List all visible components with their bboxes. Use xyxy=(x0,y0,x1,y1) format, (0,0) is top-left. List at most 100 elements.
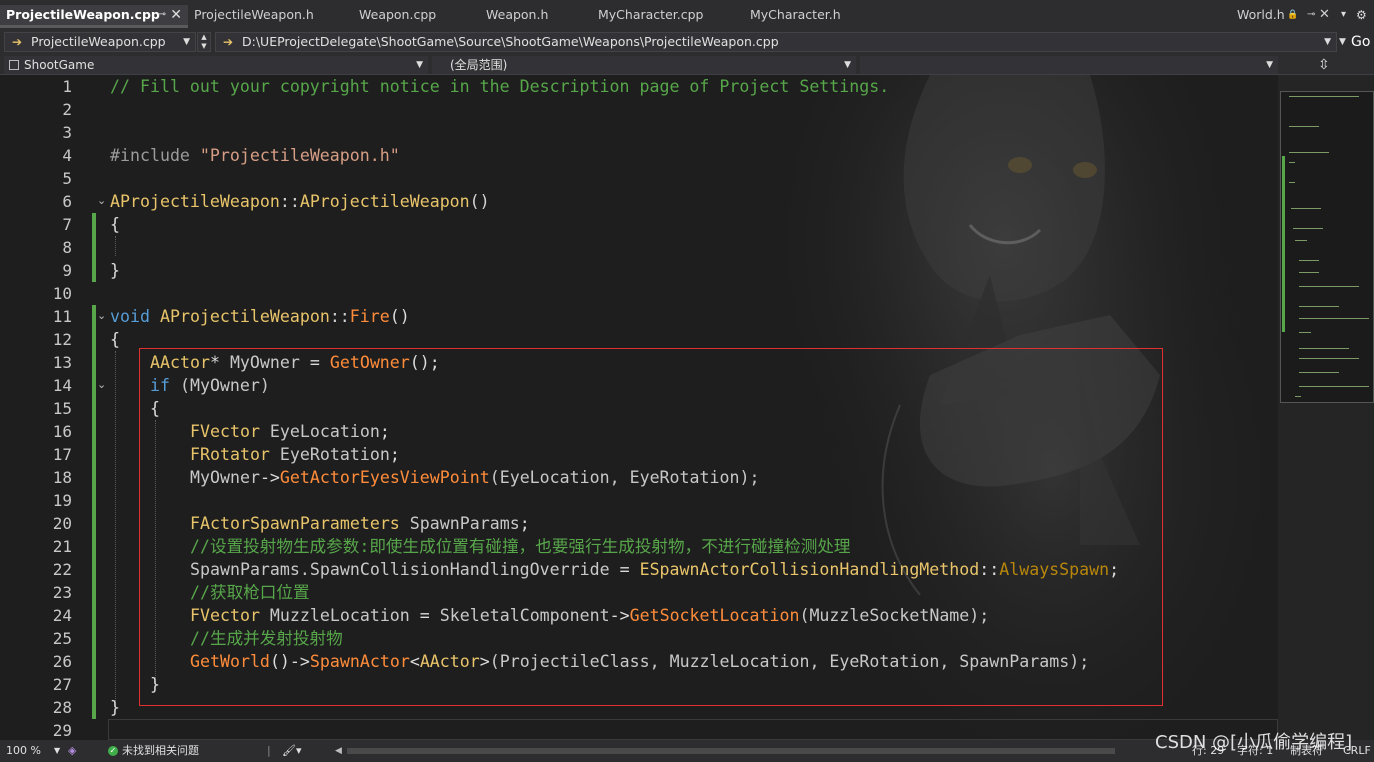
minimap-line xyxy=(1291,208,1321,209)
line-number: 10 xyxy=(52,284,72,303)
line-number: 23 xyxy=(52,583,72,602)
spin-button[interactable]: ▲ ▼ xyxy=(197,32,211,52)
gear-icon[interactable]: ⚙ xyxy=(1356,5,1367,25)
arrow-right-icon: ➔ xyxy=(12,35,23,49)
fold-toggle-icon[interactable]: ⌄ xyxy=(97,379,107,390)
brush-icon[interactable]: 🖌▾ xyxy=(282,740,302,762)
line-number: 14 xyxy=(52,376,72,395)
line-number: 6 xyxy=(62,192,72,211)
tab-label: MyCharacter.h xyxy=(750,7,841,22)
minimap-line xyxy=(1299,348,1349,349)
tab-projectileweapon-h[interactable]: ProjectileWeapon.h xyxy=(188,5,353,25)
member-selector[interactable]: ▼ xyxy=(860,56,1278,74)
minimap-line xyxy=(1295,240,1307,241)
tab-weapon-h[interactable]: Weapon.h xyxy=(480,5,592,25)
path-selector-value: D:\UEProjectDelegate\ShootGame\Source\Sh… xyxy=(242,34,779,49)
line-number: 4 xyxy=(62,146,72,165)
line-number: 13 xyxy=(52,353,72,372)
line-number: 27 xyxy=(52,675,72,694)
pin-icon[interactable]: ⊸ xyxy=(1307,5,1315,25)
minimap-line xyxy=(1299,332,1311,333)
line-number: 9 xyxy=(62,261,72,280)
chevron-down-icon: ▼ xyxy=(1324,37,1331,47)
highlight-annotation-box xyxy=(139,348,1163,706)
minimap-line xyxy=(1299,286,1359,287)
scope-operator: :: xyxy=(329,307,350,326)
chevron-down-icon[interactable]: ▼ xyxy=(54,740,60,762)
line-number: 12 xyxy=(52,330,72,349)
function-name: AProjectileWeapon xyxy=(299,192,470,211)
include-string: "ProjectileWeapon.h" xyxy=(199,146,400,165)
code-editor[interactable]: 1 2 3 4 5 6 7 8 9 10 11 12 13 14 15 16 17 18 19 20 21 22 23 24 2… xyxy=(0,75,1278,740)
code-line-28: } xyxy=(110,696,120,719)
minimap-line xyxy=(1289,152,1329,153)
navigation-bar: ➔ ProjectileWeapon.cpp ▼ ▲ ▼ ➔ D:\UEProje… xyxy=(0,29,1374,55)
line-number: 18 xyxy=(52,468,72,487)
active-tab-indicator xyxy=(0,25,188,28)
tab-world-h[interactable]: World.h 🔒 ⊸ ✕ xyxy=(1231,5,1331,25)
tab-label: MyCharacter.cpp xyxy=(598,7,704,22)
tab-list-dropdown-icon[interactable]: ▾ xyxy=(1341,5,1346,25)
fold-toggle-icon[interactable]: ⌄ xyxy=(97,310,107,321)
split-window-icon[interactable]: ⇳ xyxy=(1318,56,1330,74)
tab-mycharacter-cpp[interactable]: MyCharacter.cpp xyxy=(592,5,744,25)
code-line-12: { xyxy=(110,328,120,351)
tab-weapon-cpp[interactable]: Weapon.cpp xyxy=(353,5,480,25)
tab-projectileweapon-cpp[interactable]: ProjectileWeapon.cpp ⊸ ✕ xyxy=(0,5,188,25)
scroll-left-icon[interactable]: ◀ xyxy=(335,740,342,762)
chevron-down-icon: ▼ xyxy=(1266,60,1273,70)
line-number: 20 xyxy=(52,514,72,533)
brace: { xyxy=(110,215,120,234)
line-number: 29 xyxy=(52,721,72,740)
line-number: 5 xyxy=(62,169,72,188)
scrollbar-thumb[interactable] xyxy=(347,748,1115,754)
minimap-viewport[interactable] xyxy=(1280,91,1374,403)
document-tab-bar: ProjectileWeapon.cpp ⊸ ✕ ProjectileWeapo… xyxy=(0,0,1374,29)
line-number: 22 xyxy=(52,560,72,579)
line-number: 24 xyxy=(52,606,72,625)
minimap-line xyxy=(1299,386,1369,387)
line-number: 7 xyxy=(62,215,72,234)
line-number: 11 xyxy=(52,307,72,326)
project-selector[interactable]: ShootGame ▼ xyxy=(4,56,428,74)
chevron-down-icon: ▼ xyxy=(844,60,851,70)
fold-toggle-icon[interactable]: ⌄ xyxy=(97,195,107,206)
line-number: 25 xyxy=(52,629,72,648)
minimap-line xyxy=(1295,396,1301,397)
tab-label: Weapon.h xyxy=(486,7,549,22)
minimap-scrollbar[interactable] xyxy=(1278,75,1374,740)
change-indicator-bar xyxy=(92,213,96,282)
path-selector[interactable]: ➔ D:\UEProjectDelegate\ShootGame\Source\… xyxy=(215,32,1337,52)
comment: // Fill out your copyright notice in the… xyxy=(110,77,890,96)
parens: () xyxy=(469,192,490,211)
minimap-line xyxy=(1299,260,1319,261)
line-number: 26 xyxy=(52,652,72,671)
class-name: AProjectileWeapon xyxy=(159,307,330,326)
scope-selector[interactable]: (全局范围) ▼ xyxy=(432,56,856,74)
go-button[interactable]: ▼ Go xyxy=(1339,32,1374,52)
file-selector[interactable]: ➔ ProjectileWeapon.cpp ▼ xyxy=(4,32,196,52)
brace: } xyxy=(110,261,120,280)
copilot-icon[interactable]: ◈ xyxy=(68,740,76,762)
function-name: Fire xyxy=(349,307,390,326)
watermark: CSDN @[小瓜偷学编程] xyxy=(1155,732,1353,753)
line-number: 1 xyxy=(62,77,72,96)
tab-mycharacter-h[interactable]: MyCharacter.h xyxy=(744,5,880,25)
line-number: 2 xyxy=(62,100,72,119)
minimap-line xyxy=(1289,126,1319,127)
keyword: void xyxy=(110,307,150,326)
horizontal-scrollbar[interactable]: ◀ xyxy=(335,746,1115,756)
code-line-11: void AProjectileWeapon::Fire() xyxy=(110,305,410,328)
change-indicator-bar xyxy=(92,305,96,719)
parens: () xyxy=(389,307,410,326)
close-icon[interactable]: ✕ xyxy=(1319,5,1330,25)
project-icon xyxy=(9,60,19,70)
pin-icon[interactable]: ⊸ xyxy=(158,5,166,25)
line-number: 17 xyxy=(52,445,72,464)
zoom-level[interactable]: 100 % xyxy=(6,740,41,762)
close-icon[interactable]: ✕ xyxy=(170,5,182,25)
check-circle-icon: ✓ xyxy=(108,746,118,756)
minimap-line xyxy=(1299,318,1369,319)
line-number: 3 xyxy=(62,123,72,142)
issues-indicator[interactable]: ✓ 未找到相关问题 xyxy=(108,740,199,762)
